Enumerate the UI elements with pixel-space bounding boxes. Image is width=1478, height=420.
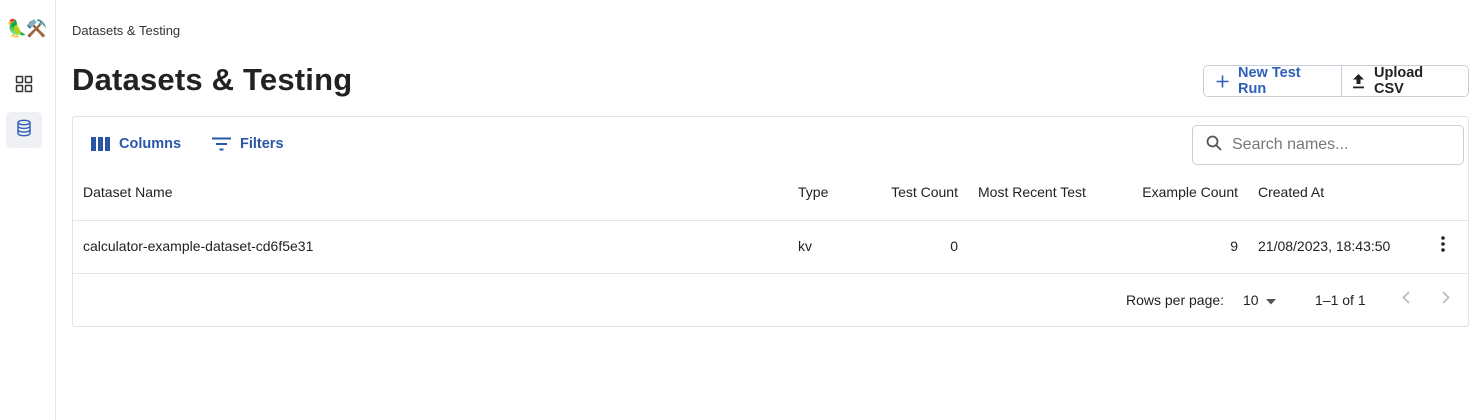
search-input[interactable] bbox=[1232, 136, 1452, 154]
chevron-left-icon bbox=[1402, 291, 1410, 309]
next-page-button[interactable] bbox=[1436, 290, 1456, 310]
grid-icon bbox=[15, 75, 33, 98]
filter-icon bbox=[212, 137, 231, 151]
previous-page-button[interactable] bbox=[1396, 290, 1416, 310]
more-vertical-icon bbox=[1441, 235, 1445, 257]
breadcrumb: Datasets & Testing bbox=[72, 23, 181, 38]
cell-dataset-name[interactable]: calculator-example-dataset-cd6f5e31 bbox=[83, 238, 313, 254]
columns-label: Columns bbox=[119, 136, 182, 152]
caret-down-icon bbox=[1265, 292, 1276, 308]
column-header-dataset-name[interactable]: Dataset Name bbox=[83, 184, 172, 200]
upload-csv-button[interactable]: Upload CSV bbox=[1342, 66, 1468, 96]
rows-per-page-label: Rows per page: bbox=[1126, 292, 1225, 308]
column-header-test-count[interactable]: Test Count bbox=[891, 184, 958, 200]
column-header-most-recent-test[interactable]: Most Recent Test bbox=[978, 184, 1086, 200]
datasets-table: Columns Filters Dataset Name Type Test C… bbox=[72, 116, 1469, 327]
rows-per-page-select[interactable]: 10 bbox=[1243, 289, 1276, 311]
cell-test-count: 0 bbox=[950, 238, 958, 254]
upload-icon bbox=[1352, 73, 1365, 89]
rows-per-page-value: 10 bbox=[1243, 292, 1259, 308]
sidebar-item-dashboard[interactable] bbox=[6, 68, 42, 104]
app-logo[interactable]: 🦜⚒️ bbox=[6, 18, 47, 40]
sidebar-item-datasets[interactable] bbox=[6, 112, 42, 148]
new-test-run-label: New Test Run bbox=[1238, 65, 1301, 97]
cell-created-at: 21/08/2023, 18:43:50 bbox=[1258, 238, 1391, 254]
page-title: Datasets & Testing bbox=[72, 62, 353, 97]
column-header-created-at[interactable]: Created At bbox=[1258, 184, 1324, 200]
pagination-range: 1–1 of 1 bbox=[1315, 292, 1366, 308]
columns-button[interactable]: Columns bbox=[91, 134, 181, 154]
new-test-run-button[interactable]: New Test Run bbox=[1204, 66, 1342, 96]
column-header-example-count[interactable]: Example Count bbox=[1142, 184, 1238, 200]
upload-csv-label: Upload CSV bbox=[1374, 65, 1424, 97]
plus-icon bbox=[1216, 75, 1229, 88]
row-divider bbox=[73, 273, 1468, 274]
column-header-type[interactable]: Type bbox=[798, 184, 828, 200]
action-button-group: New Test Run Upload CSV bbox=[1203, 65, 1469, 97]
database-icon bbox=[16, 119, 32, 142]
filters-button[interactable]: Filters bbox=[212, 134, 284, 154]
header-divider bbox=[73, 220, 1468, 221]
columns-icon bbox=[91, 137, 110, 151]
search-icon bbox=[1206, 135, 1222, 156]
sidebar: 🦜⚒️ bbox=[0, 0, 56, 420]
search-box bbox=[1192, 125, 1464, 165]
row-actions-button[interactable] bbox=[1433, 235, 1453, 257]
cell-type: kv bbox=[798, 238, 812, 254]
chevron-right-icon bbox=[1442, 291, 1450, 309]
cell-example-count: 9 bbox=[1230, 238, 1238, 254]
filters-label: Filters bbox=[240, 136, 284, 152]
